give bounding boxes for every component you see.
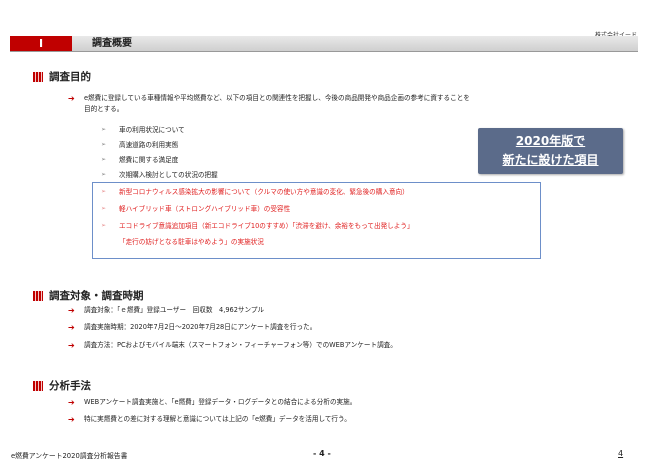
purpose-item: ➢ 車の利用状況について	[101, 125, 185, 135]
target-heading: 調査対象・調査時期	[33, 288, 144, 303]
purpose-item: ➢ 高速道路の利用実態	[101, 140, 179, 150]
callout-line1: 2020年版で	[515, 134, 586, 148]
new-item-label: 軽ハイブリッド車（ストロングハイブリッド車）の受容性	[119, 205, 291, 213]
new-item-label: エコドライブ意識追加項目（新エコドライブ10のすすめ）「渋滞を避け、余裕をもって…	[119, 222, 414, 230]
purpose-item: ➢ 燃費に関する満足度	[101, 155, 179, 165]
target-item-label: 調査実施時期：2020年7月2日～2020年7月28日にアンケート調査を行った。	[84, 323, 317, 331]
method-title: 分析手法	[49, 380, 91, 392]
purpose-item-label: 車の利用状況について	[119, 126, 185, 134]
section-square-icon	[33, 290, 43, 301]
new-item: ➢ エコドライブ意識追加項目（新エコドライブ10のすすめ）「渋滞を避け、余裕をも…	[101, 221, 414, 231]
target-item-label: 調査方法：PCおよびモバイル端末（スマートフォン・フィーチャーフォン等）でのWE…	[84, 341, 397, 349]
purpose-item-label: 燃費に関する満足度	[119, 156, 179, 164]
chevron-bullet-icon: ➢	[101, 171, 107, 178]
purpose-heading: 調査目的	[33, 69, 91, 84]
arrow-bullet-icon: ➔	[68, 415, 75, 424]
chevron-bullet-icon: ➢	[101, 126, 107, 133]
section-header-bar: I 調査概要	[10, 36, 638, 52]
target-item: ➔ 調査対象：「ｅ燃費」登録ユーザー 回収数 4,962サンプル	[68, 305, 265, 316]
arrow-bullet-icon: ➔	[68, 398, 75, 407]
purpose-intro: ➔ e燃費に登録している車種情報や平均燃費など、以下の項目との関連性を把握し、今…	[68, 93, 470, 115]
new-item: ➢ 軽ハイブリッド車（ストロングハイブリッド車）の受容性	[101, 204, 291, 214]
new-items-callout: 2020年版で 新たに設けた項目	[478, 128, 623, 174]
section-header-title: 調査概要	[92, 38, 132, 49]
footer-page-center: - 4 -	[313, 449, 331, 458]
section-square-icon	[33, 380, 43, 391]
new-item-label: 新型コロナウィルス感染拡大の影響について（クルマの使い方や意識の変化、緊急後の購…	[119, 188, 409, 196]
section-square-icon	[33, 71, 43, 82]
target-item: ➔ 調査実施時期：2020年7月2日～2020年7月28日にアンケート調査を行っ…	[68, 322, 317, 333]
method-item: ➔ 特に実燃費との差に対する理解と意識については上記の「e燃費」データを活用して…	[68, 414, 351, 425]
method-item: ➔ WEBアンケート調査実施と、「e燃費」登録データ・ログデータとの結合による分…	[68, 397, 357, 408]
chevron-bullet-icon: ➢	[101, 205, 107, 212]
arrow-bullet-icon: ➔	[68, 94, 75, 103]
purpose-item-label: 次期購入検討としての状況の把握	[119, 171, 218, 179]
chevron-bullet-icon: ➢	[101, 141, 107, 148]
chevron-bullet-icon: ➢	[101, 188, 107, 195]
arrow-bullet-icon: ➔	[68, 323, 75, 332]
new-item-continuation: 「走行の妨げとなる駐車はやめよう」の実施状況	[119, 238, 264, 246]
chevron-bullet-icon: ➢	[101, 222, 107, 229]
arrow-bullet-icon: ➔	[68, 306, 75, 315]
method-item-label: WEBアンケート調査実施と、「e燃費」登録データ・ログデータとの結合による分析の…	[84, 398, 357, 406]
method-item-label: 特に実燃費との差に対する理解と意識については上記の「e燃費」データを活用して行う…	[84, 415, 351, 423]
target-item-label: 調査対象：「ｅ燃費」登録ユーザー 回収数 4,962サンプル	[84, 306, 265, 314]
target-title: 調査対象・調査時期	[49, 290, 144, 302]
section-number: I	[10, 36, 72, 51]
footer-page-number: 4	[618, 449, 624, 458]
purpose-item: ➢ 次期購入検討としての状況の把握	[101, 170, 218, 180]
method-heading: 分析手法	[33, 378, 91, 393]
chevron-bullet-icon: ➢	[101, 156, 107, 163]
new-item: ➢ 新型コロナウィルス感染拡大の影響について（クルマの使い方や意識の変化、緊急後…	[101, 187, 409, 197]
arrow-bullet-icon: ➔	[68, 341, 75, 350]
target-item: ➔ 調査方法：PCおよびモバイル端末（スマートフォン・フィーチャーフォン等）での…	[68, 340, 397, 351]
purpose-intro-line2: 目的とする。	[84, 105, 124, 113]
callout-line2: 新たに設けた項目	[502, 153, 599, 167]
purpose-item-label: 高速道路の利用実態	[119, 141, 179, 149]
purpose-intro-line1: e燃費に登録している車種情報や平均燃費など、以下の項目との関連性を把握し、今後の…	[84, 94, 470, 102]
purpose-title: 調査目的	[49, 71, 91, 83]
footer-report-title: e燃費アンケート2020調査分析報告書	[11, 452, 128, 460]
